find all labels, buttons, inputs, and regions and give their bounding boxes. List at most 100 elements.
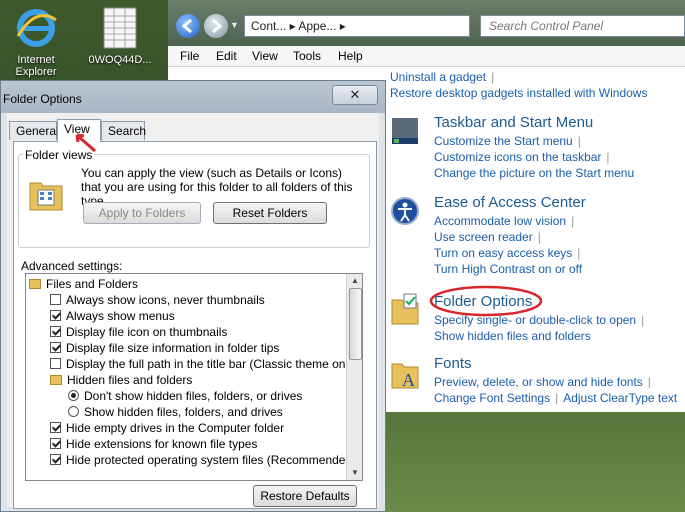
back-arrow-icon (181, 18, 192, 34)
back-button[interactable] (176, 14, 200, 38)
dialog-title: Folder Options (3, 92, 82, 106)
tab-general[interactable]: General (9, 121, 59, 140)
link-uninstall-gadget[interactable]: Uninstall a gadget (390, 70, 486, 84)
dialog-body: General View Search Folder views You can… (7, 113, 379, 509)
control-panel-toolbar: ▼ Cont... ▸ Appe... ▸ Search Control Pan… (168, 0, 685, 46)
list-item-hidden-files: Hidden files and folders (50, 373, 192, 389)
list-item[interactable]: Display file size information in folder … (50, 341, 279, 357)
advanced-settings-list[interactable]: Files and Folders Always show icons, nev… (25, 273, 363, 481)
item-label: Display file icon on thumbnails (66, 325, 228, 339)
recent-pages-chevron-icon[interactable]: ▼ (230, 20, 239, 30)
radio-selected[interactable] (68, 390, 79, 401)
item-label: Display file size information in folder … (66, 341, 280, 355)
scrollbar-thumb[interactable] (349, 288, 362, 360)
section-title-fonts[interactable]: Fonts (434, 355, 677, 372)
address-text: Cont... ▸ Appe... ▸ (251, 19, 346, 33)
list-item[interactable]: Hide protected operating system files (R… (50, 453, 356, 469)
address-bar[interactable]: Cont... ▸ Appe... ▸ (244, 15, 470, 37)
desktop-icon-internet-explorer[interactable]: Internet Explorer (4, 6, 68, 78)
menu-bar: File Edit View Tools Help (168, 46, 685, 67)
link-preview-fonts[interactable]: Preview, delete, or show and hide fonts (434, 375, 643, 389)
spreadsheet-file-icon (98, 6, 142, 50)
reset-folders-button[interactable]: Reset Folders (213, 202, 327, 224)
checkbox-checked[interactable] (50, 422, 61, 433)
link-cleartype[interactable]: Adjust ClearType text (563, 391, 677, 405)
checkbox-checked[interactable] (50, 342, 61, 353)
folder-views-icon (29, 179, 63, 214)
section-title-ease-of-access[interactable]: Ease of Access Center (434, 194, 586, 211)
menu-tools[interactable]: Tools (293, 49, 321, 63)
folder-icon (29, 279, 41, 289)
radio[interactable] (68, 406, 79, 417)
desktop-icon-label: 0WOQ44D... (88, 54, 152, 66)
item-label: Always show menus (66, 309, 175, 323)
forward-arrow-icon (212, 18, 223, 34)
list-item[interactable]: Show hidden files, folders, and drives (68, 405, 283, 421)
item-label: Hide protected operating system files (R… (66, 453, 357, 467)
item-label: Hide extensions for known file types (66, 437, 258, 451)
list-item[interactable]: Always show icons, never thumbnails (50, 293, 265, 309)
checkbox[interactable] (50, 294, 61, 305)
svg-text:A: A (402, 370, 415, 390)
section-gadgets: Uninstall a gadget | Restore desktop gadg… (390, 70, 648, 100)
link-change-start-picture[interactable]: Change the picture on the Start menu (434, 166, 634, 180)
folder-views-group: Folder views You can apply the view (suc… (18, 148, 370, 248)
list-item[interactable]: Display the full path in the title bar (… (50, 357, 358, 373)
item-label: Don't show hidden files, folders, or dri… (84, 389, 303, 403)
link-font-settings[interactable]: Change Font Settings (434, 391, 550, 405)
checkbox-checked[interactable] (50, 454, 61, 465)
checkbox-checked[interactable] (50, 310, 61, 321)
link-restore-gadgets[interactable]: Restore desktop gadgets installed with W… (390, 86, 647, 100)
item-label: Hide empty drives in the Computer folder (66, 421, 285, 435)
scroll-up-icon[interactable]: ▲ (348, 274, 362, 288)
folder-options-dialog: Folder Options ✕ General View Search Fol… (0, 80, 386, 512)
red-arrow-annotation (75, 133, 96, 153)
list-item[interactable]: Display file icon on thumbnails (50, 325, 227, 341)
menu-help[interactable]: Help (338, 49, 363, 63)
section-title-taskbar[interactable]: Taskbar and Start Menu (434, 114, 634, 131)
internet-explorer-icon (14, 6, 58, 50)
item-label: Hidden files and folders (67, 373, 193, 387)
folder-options-icon (390, 292, 420, 325)
item-label: Show hidden files, folders, and drives (84, 405, 283, 419)
scrollbar[interactable]: ▲ ▼ (346, 274, 362, 480)
close-button[interactable]: ✕ (332, 85, 378, 105)
checkbox-checked[interactable] (50, 438, 61, 449)
list-item[interactable]: Don't show hidden files, folders, or dri… (68, 389, 302, 405)
list-item[interactable]: Hide empty drives in the Computer folder (50, 421, 284, 437)
advanced-settings-label: Advanced settings: (21, 259, 123, 273)
list-item[interactable]: Always show menus (50, 309, 175, 325)
list-item[interactable]: Hide extensions for known file types (50, 437, 257, 453)
link-customize-taskbar-icons[interactable]: Customize icons on the taskbar (434, 150, 601, 164)
forward-button[interactable] (204, 14, 228, 38)
desktop-icon-label: Internet Explorer (15, 54, 57, 78)
taskbar-icon (390, 116, 420, 146)
link-low-vision[interactable]: Accommodate low vision (434, 214, 566, 228)
link-screen-reader[interactable]: Use screen reader (434, 230, 533, 244)
apply-to-folders-button[interactable]: Apply to Folders (83, 202, 201, 224)
section-fonts: Fonts Preview, delete, or show and hide … (434, 355, 678, 405)
desktop-icon-spreadsheet[interactable]: 0WOQ44D... (88, 6, 152, 66)
link-high-contrast[interactable]: Turn High Contrast on or off (434, 262, 582, 276)
fonts-icon: A (390, 356, 420, 390)
checkbox[interactable] (50, 358, 61, 369)
item-label: Always show icons, never thumbnails (66, 293, 265, 307)
search-input[interactable]: Search Control Panel (480, 15, 685, 37)
dialog-title-bar[interactable]: Folder Options ✕ (1, 81, 385, 113)
folder-icon (50, 375, 62, 385)
ease-of-access-icon (390, 196, 420, 226)
scroll-down-icon[interactable]: ▼ (348, 466, 362, 480)
highlight-circle (429, 285, 543, 317)
item-label: Display the full path in the title bar (… (66, 357, 359, 371)
link-customize-start[interactable]: Customize the Start menu (434, 134, 573, 148)
menu-view[interactable]: View (252, 49, 278, 63)
restore-defaults-button[interactable]: Restore Defaults (253, 485, 357, 507)
menu-file[interactable]: File (180, 49, 199, 63)
checkbox-checked[interactable] (50, 326, 61, 337)
section-taskbar: Taskbar and Start Menu Customize the Sta… (434, 114, 635, 180)
list-item-files-and-folders: Files and Folders (29, 277, 138, 293)
tab-search[interactable]: Search (101, 121, 146, 140)
link-show-hidden-files[interactable]: Show hidden files and folders (434, 329, 591, 343)
link-access-keys[interactable]: Turn on easy access keys (434, 246, 572, 260)
menu-edit[interactable]: Edit (216, 49, 237, 63)
